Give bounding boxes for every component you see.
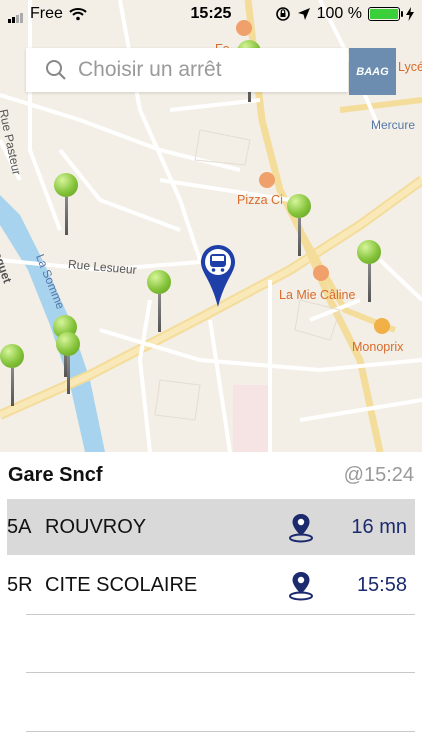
destination: CITE SCOLAIRE [45, 573, 198, 596]
departure-row[interactable]: 5A ROUVROY 16 mn [7, 499, 415, 555]
location-pin-icon[interactable] [285, 511, 317, 543]
stop-pin-icon[interactable] [287, 194, 311, 256]
stop-search-input[interactable] [76, 57, 330, 83]
departure-row[interactable]: 5R CITE SCOLAIRE 15:58 [7, 557, 415, 613]
row-divider [26, 731, 415, 732]
battery-icon [368, 7, 403, 21]
selected-bus-stop-pin-icon[interactable] [199, 243, 237, 309]
line-number: 5A [7, 515, 32, 538]
stop-pin-icon[interactable] [357, 240, 381, 302]
row-divider [26, 614, 415, 615]
destination: ROUVROY [45, 515, 147, 538]
map-label-monoprix: Monoprix [352, 340, 404, 354]
stop-search-bar[interactable] [26, 48, 348, 92]
rotation-lock-icon [275, 7, 290, 21]
shop-poi-icon[interactable] [374, 318, 390, 334]
charging-icon [406, 7, 414, 21]
line-number: 5R [7, 573, 33, 596]
stop-name: Gare Sncf [8, 464, 103, 486]
row-divider [26, 672, 415, 673]
stop-header: Gare Sncf @15:24 [0, 452, 422, 498]
stop-pin-icon[interactable] [147, 270, 171, 332]
battery-percent: 100 % [316, 5, 362, 22]
location-pin-icon[interactable] [285, 569, 317, 601]
stop-update-time: @15:24 [343, 464, 414, 486]
status-bar: Free 15:25 100 % [0, 0, 422, 28]
stop-pin-icon[interactable] [56, 332, 80, 394]
map-label-mie-caline: La Mie Câline [279, 288, 356, 302]
departure-eta: 16 mn [351, 515, 407, 538]
stop-pin-icon[interactable] [0, 344, 24, 406]
map-label-pizza: Pizza Ci [237, 193, 283, 207]
map-label-lycee: Lycé [398, 60, 422, 74]
map-label-mercure: Mercure [371, 118, 416, 132]
app-logo-text: BAAG [356, 65, 389, 78]
pizza-poi-icon[interactable] [259, 172, 275, 188]
bakery-poi-icon[interactable] [313, 265, 329, 281]
stop-pin-icon[interactable] [54, 173, 78, 235]
app-logo[interactable]: BAAG [349, 48, 396, 95]
search-icon [46, 60, 66, 80]
location-arrow-icon [297, 8, 310, 20]
departure-eta: 15:58 [356, 573, 407, 596]
